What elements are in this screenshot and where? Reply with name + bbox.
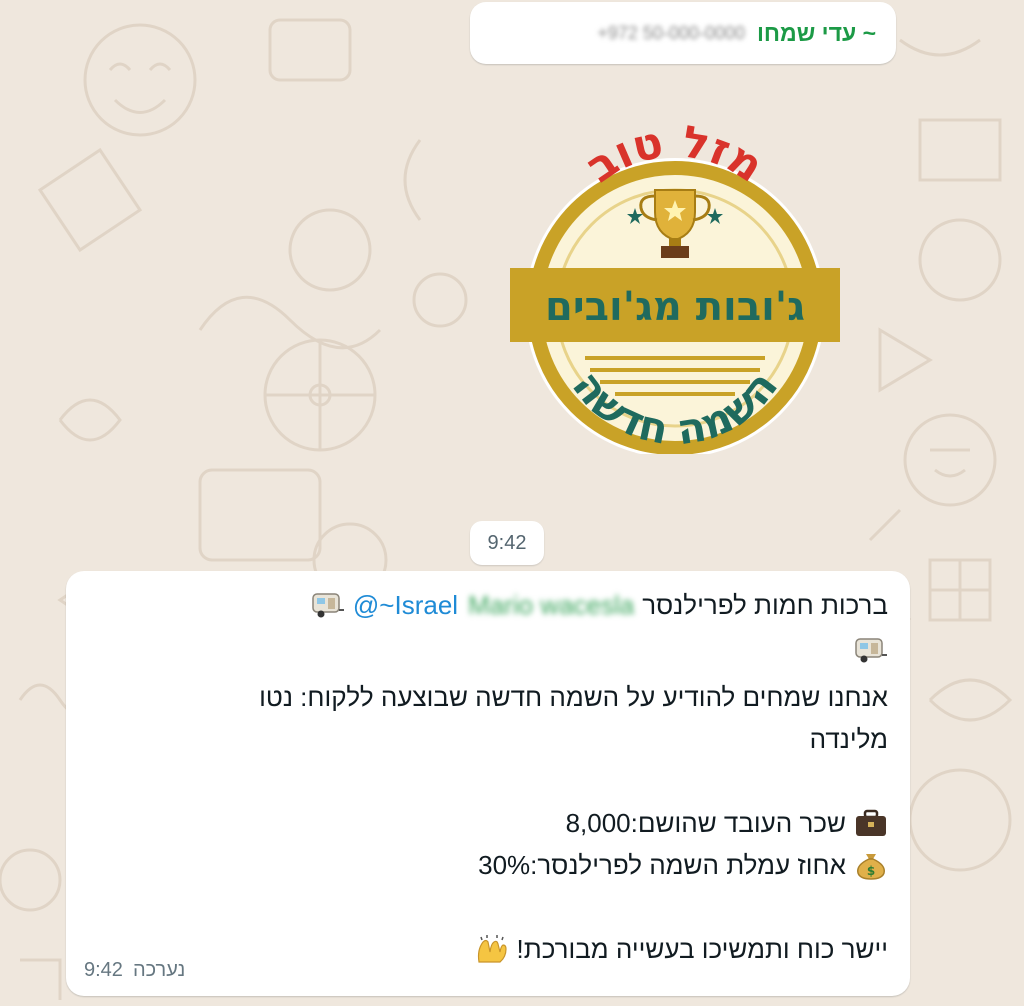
edited-label: נערכה: [132, 959, 186, 981]
closing-text: יישר כוח ותמשיכו בעשייה מבורכת!: [516, 934, 888, 964]
sender-header-bubble[interactable]: +972 50-000-0000 ~ עדי שמחו: [470, 2, 896, 64]
message-line-2: [854, 635, 888, 665]
mention-blurred-name: Mario wacesla: [468, 590, 635, 620]
message-line-4: מלינדה: [809, 724, 888, 754]
message-footer: נערכה 9:42: [84, 959, 185, 982]
sticker-time-pill: 9:42: [470, 521, 544, 565]
message-closing-line: יישר כוח ותמשיכו בעשייה מבורכת!: [475, 933, 888, 965]
briefcase-icon: [856, 809, 886, 836]
sender-name-prefix: ~: [862, 19, 876, 46]
sticker-congrats[interactable]: מזל טוב ג'ובות מג'ובים השמה חדשה: [505, 108, 845, 458]
message-bubble[interactable]: ברכות חמות לפרילנסר @~Israel Mario waces…: [66, 571, 910, 996]
raised-hands-icon: [477, 935, 507, 963]
caravan-icon: [312, 593, 344, 618]
commission-text: אחוז עמלת השמה לפרילנסר:30%: [478, 850, 846, 880]
mention-link[interactable]: @~Israel Mario wacesla: [353, 589, 634, 621]
sender-phone: +972 50-000-0000: [597, 22, 745, 43]
mention-handle: @~Israel: [352, 590, 459, 620]
sender-name-text: עדי שמחו: [756, 19, 857, 46]
sender-name[interactable]: ~ עדי שמחו: [757, 20, 876, 47]
money-bag-icon: $: [856, 854, 886, 880]
message-time: 9:42: [84, 959, 123, 981]
sticker-band-text: ג'ובות מג'ובים: [545, 284, 805, 330]
sticker-graphic: מזל טוב ג'ובות מג'ובים השמה חדשה: [510, 116, 840, 458]
message-greeting: ברכות חמות לפרילנסר: [642, 590, 888, 620]
sticker-time: 9:42: [487, 531, 527, 554]
caravan-icon: [855, 638, 887, 663]
svg-text:$: $: [867, 864, 875, 878]
message-commission-line: $ אחוז עמלת השמה לפרילנסר:30%: [478, 849, 888, 881]
message-line-1: ברכות חמות לפרילנסר @~Israel Mario waces…: [311, 589, 888, 621]
salary-text: שכר העובד שהושם:8,000: [565, 808, 846, 838]
message-line-3: אנחנו שמחים להודיע על השמה חדשה שבוצעה ל…: [259, 682, 888, 712]
message-salary-line: שכר העובד שהושם:8,000: [566, 807, 888, 839]
